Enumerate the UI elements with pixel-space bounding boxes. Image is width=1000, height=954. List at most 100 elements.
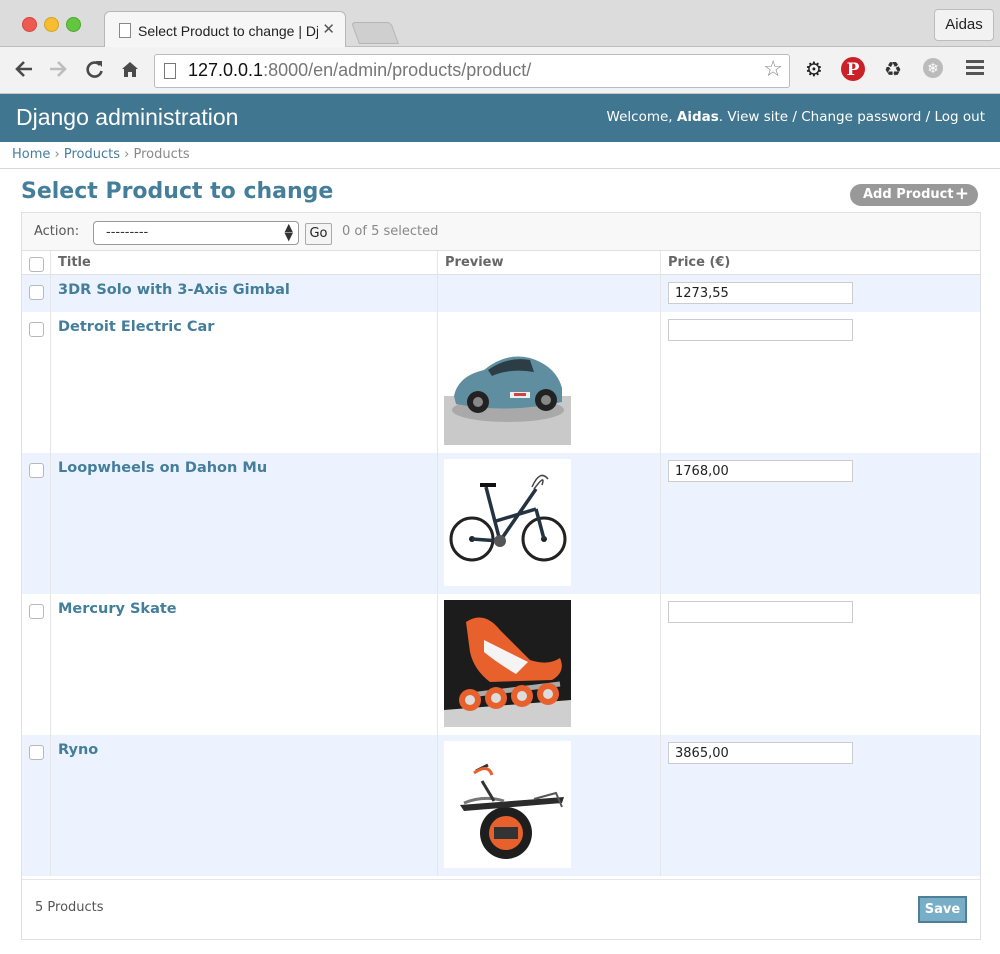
- column-header-preview-label: Preview: [445, 255, 504, 270]
- pinterest-icon[interactable]: P: [840, 56, 866, 82]
- page-info-icon[interactable]: [164, 63, 176, 79]
- product-preview-image[interactable]: [444, 458, 571, 586]
- browser-toolbar: 127.0.0.1:8000/en/admin/products/product…: [0, 47, 1000, 94]
- welcome-text: Welcome,: [606, 109, 673, 125]
- page-title: Select Product to change: [21, 179, 334, 204]
- save-button[interactable]: Save: [918, 896, 967, 923]
- column-header-title[interactable]: Title: [50, 251, 438, 275]
- action-selected-value: ---------: [106, 225, 149, 240]
- row-select-cell: [22, 453, 51, 594]
- window-close-button[interactable]: [22, 17, 37, 32]
- product-title-link[interactable]: Mercury Skate: [51, 594, 437, 617]
- price-cell: 1768,00: [660, 452, 980, 594]
- forward-arrow-icon[interactable]: [44, 55, 72, 83]
- product-title-link[interactable]: 3DR Solo with 3-Axis Gimbal: [51, 275, 437, 298]
- row-checkbox[interactable]: [29, 603, 44, 619]
- tab-title: Select Product to change | Django site a…: [138, 23, 318, 39]
- price-input[interactable]: 3865,00: [668, 741, 853, 764]
- column-header-preview: Preview: [437, 251, 661, 275]
- go-button[interactable]: Go: [305, 223, 332, 245]
- snowflake-extension-icon[interactable]: ❄: [920, 56, 946, 82]
- separator: /: [792, 109, 797, 125]
- row-select-cell: [22, 594, 51, 735]
- column-header-price[interactable]: Price (€): [660, 251, 980, 275]
- action-label: Action:: [34, 224, 80, 239]
- price-input[interactable]: [668, 318, 853, 341]
- username: Aidas: [676, 109, 719, 125]
- address-bar[interactable]: 127.0.0.1:8000/en/admin/products/product…: [154, 54, 790, 88]
- select-all-checkbox[interactable]: [29, 257, 44, 272]
- preview-cell: [437, 452, 661, 594]
- table-row: 3DR Solo with 3-Axis Gimbal 1273,55: [22, 274, 980, 312]
- title-cell: 3DR Solo with 3-Axis Gimbal: [50, 274, 438, 312]
- breadcrumb-app[interactable]: Products: [64, 147, 120, 162]
- reload-icon[interactable]: [80, 55, 108, 83]
- price-cell: [660, 311, 980, 453]
- changelist-footer: 5 Products Save: [22, 879, 980, 939]
- row-checkbox[interactable]: [29, 462, 44, 478]
- table-row: Loopwheels on Dahon Mu 1768,00: [22, 452, 980, 594]
- browser-tab[interactable]: Select Product to change | Django site a…: [104, 11, 346, 47]
- page-icon: [119, 23, 131, 38]
- preview-cell: [437, 274, 661, 312]
- result-count: 5 Products: [35, 900, 104, 915]
- breadcrumb-home[interactable]: Home: [12, 147, 50, 162]
- url-host: 127.0.0.1: [188, 60, 264, 80]
- table-row: Detroit Electric Car: [22, 311, 980, 453]
- product-title-link[interactable]: Loopwheels on Dahon Mu: [51, 453, 437, 476]
- svg-text:❄: ❄: [927, 61, 939, 77]
- change-password-link[interactable]: Change password: [801, 109, 921, 125]
- window-maximize-button[interactable]: [66, 17, 81, 32]
- price-input[interactable]: [668, 600, 853, 623]
- selection-counter: 0 of 5 selected: [342, 224, 439, 239]
- add-product-label: Add Product: [863, 187, 954, 202]
- view-site-link[interactable]: View site: [727, 109, 788, 125]
- product-title-link[interactable]: Ryno: [51, 735, 437, 758]
- log-out-link[interactable]: Log out: [934, 109, 985, 125]
- add-product-button[interactable]: Add Product +: [850, 184, 978, 206]
- column-header-price-label: Price (€): [668, 255, 731, 270]
- breadcrumb: Home › Products › Products: [0, 142, 1000, 169]
- browser-titlebar: Select Product to change | Django site a…: [0, 0, 1000, 47]
- product-preview-image[interactable]: [444, 317, 571, 445]
- product-preview-image[interactable]: [444, 599, 571, 727]
- url-path: :8000/en/admin/products/product/: [263, 60, 532, 80]
- row-checkbox[interactable]: [29, 285, 44, 300]
- column-header-title-label: Title: [58, 255, 91, 270]
- back-arrow-icon[interactable]: [10, 55, 38, 83]
- home-icon[interactable]: [116, 55, 144, 83]
- row-select-cell: [22, 275, 51, 312]
- profile-button[interactable]: Aidas: [934, 9, 994, 41]
- separator: /: [925, 109, 931, 125]
- menu-icon[interactable]: [962, 56, 988, 82]
- product-preview-image[interactable]: [444, 740, 571, 868]
- preview-cell: [437, 593, 661, 735]
- window-minimize-button[interactable]: [44, 17, 59, 32]
- table-header-row: Title Preview Price (€): [22, 251, 980, 275]
- row-checkbox[interactable]: [29, 744, 44, 760]
- admin-header: Django administration Welcome, Aidas. Vi…: [0, 94, 1000, 142]
- select-all-header: [22, 251, 51, 275]
- row-select-cell: [22, 312, 51, 453]
- price-cell: 3865,00: [660, 734, 980, 876]
- user-tools: Welcome, Aidas. View site / Change passw…: [606, 109, 985, 125]
- product-title-link[interactable]: Detroit Electric Car: [51, 312, 437, 335]
- select-arrows-icon: ▲ ▼: [284, 221, 293, 243]
- site-branding[interactable]: Django administration: [16, 104, 238, 131]
- svg-text:P: P: [847, 60, 860, 80]
- preview-cell: [437, 311, 661, 453]
- close-tab-icon[interactable]: ✕: [322, 20, 335, 38]
- row-checkbox[interactable]: [29, 321, 44, 337]
- changelist: Action: --------- ▲ ▼ Go 0 of 5 selected …: [21, 212, 981, 940]
- new-tab-button[interactable]: [350, 22, 400, 44]
- bookmark-star-icon[interactable]: ☆: [763, 57, 783, 82]
- price-cell: [660, 593, 980, 735]
- title-cell: Mercury Skate: [50, 593, 438, 735]
- action-select[interactable]: --------- ▲ ▼: [93, 221, 299, 245]
- settings-gear-icon[interactable]: ⚙: [801, 56, 827, 82]
- price-input[interactable]: 1768,00: [668, 459, 853, 482]
- title-cell: Detroit Electric Car: [50, 311, 438, 453]
- price-input[interactable]: 1273,55: [668, 282, 853, 304]
- recycle-icon[interactable]: ♻: [880, 56, 906, 82]
- breadcrumb-current: Products: [133, 147, 190, 162]
